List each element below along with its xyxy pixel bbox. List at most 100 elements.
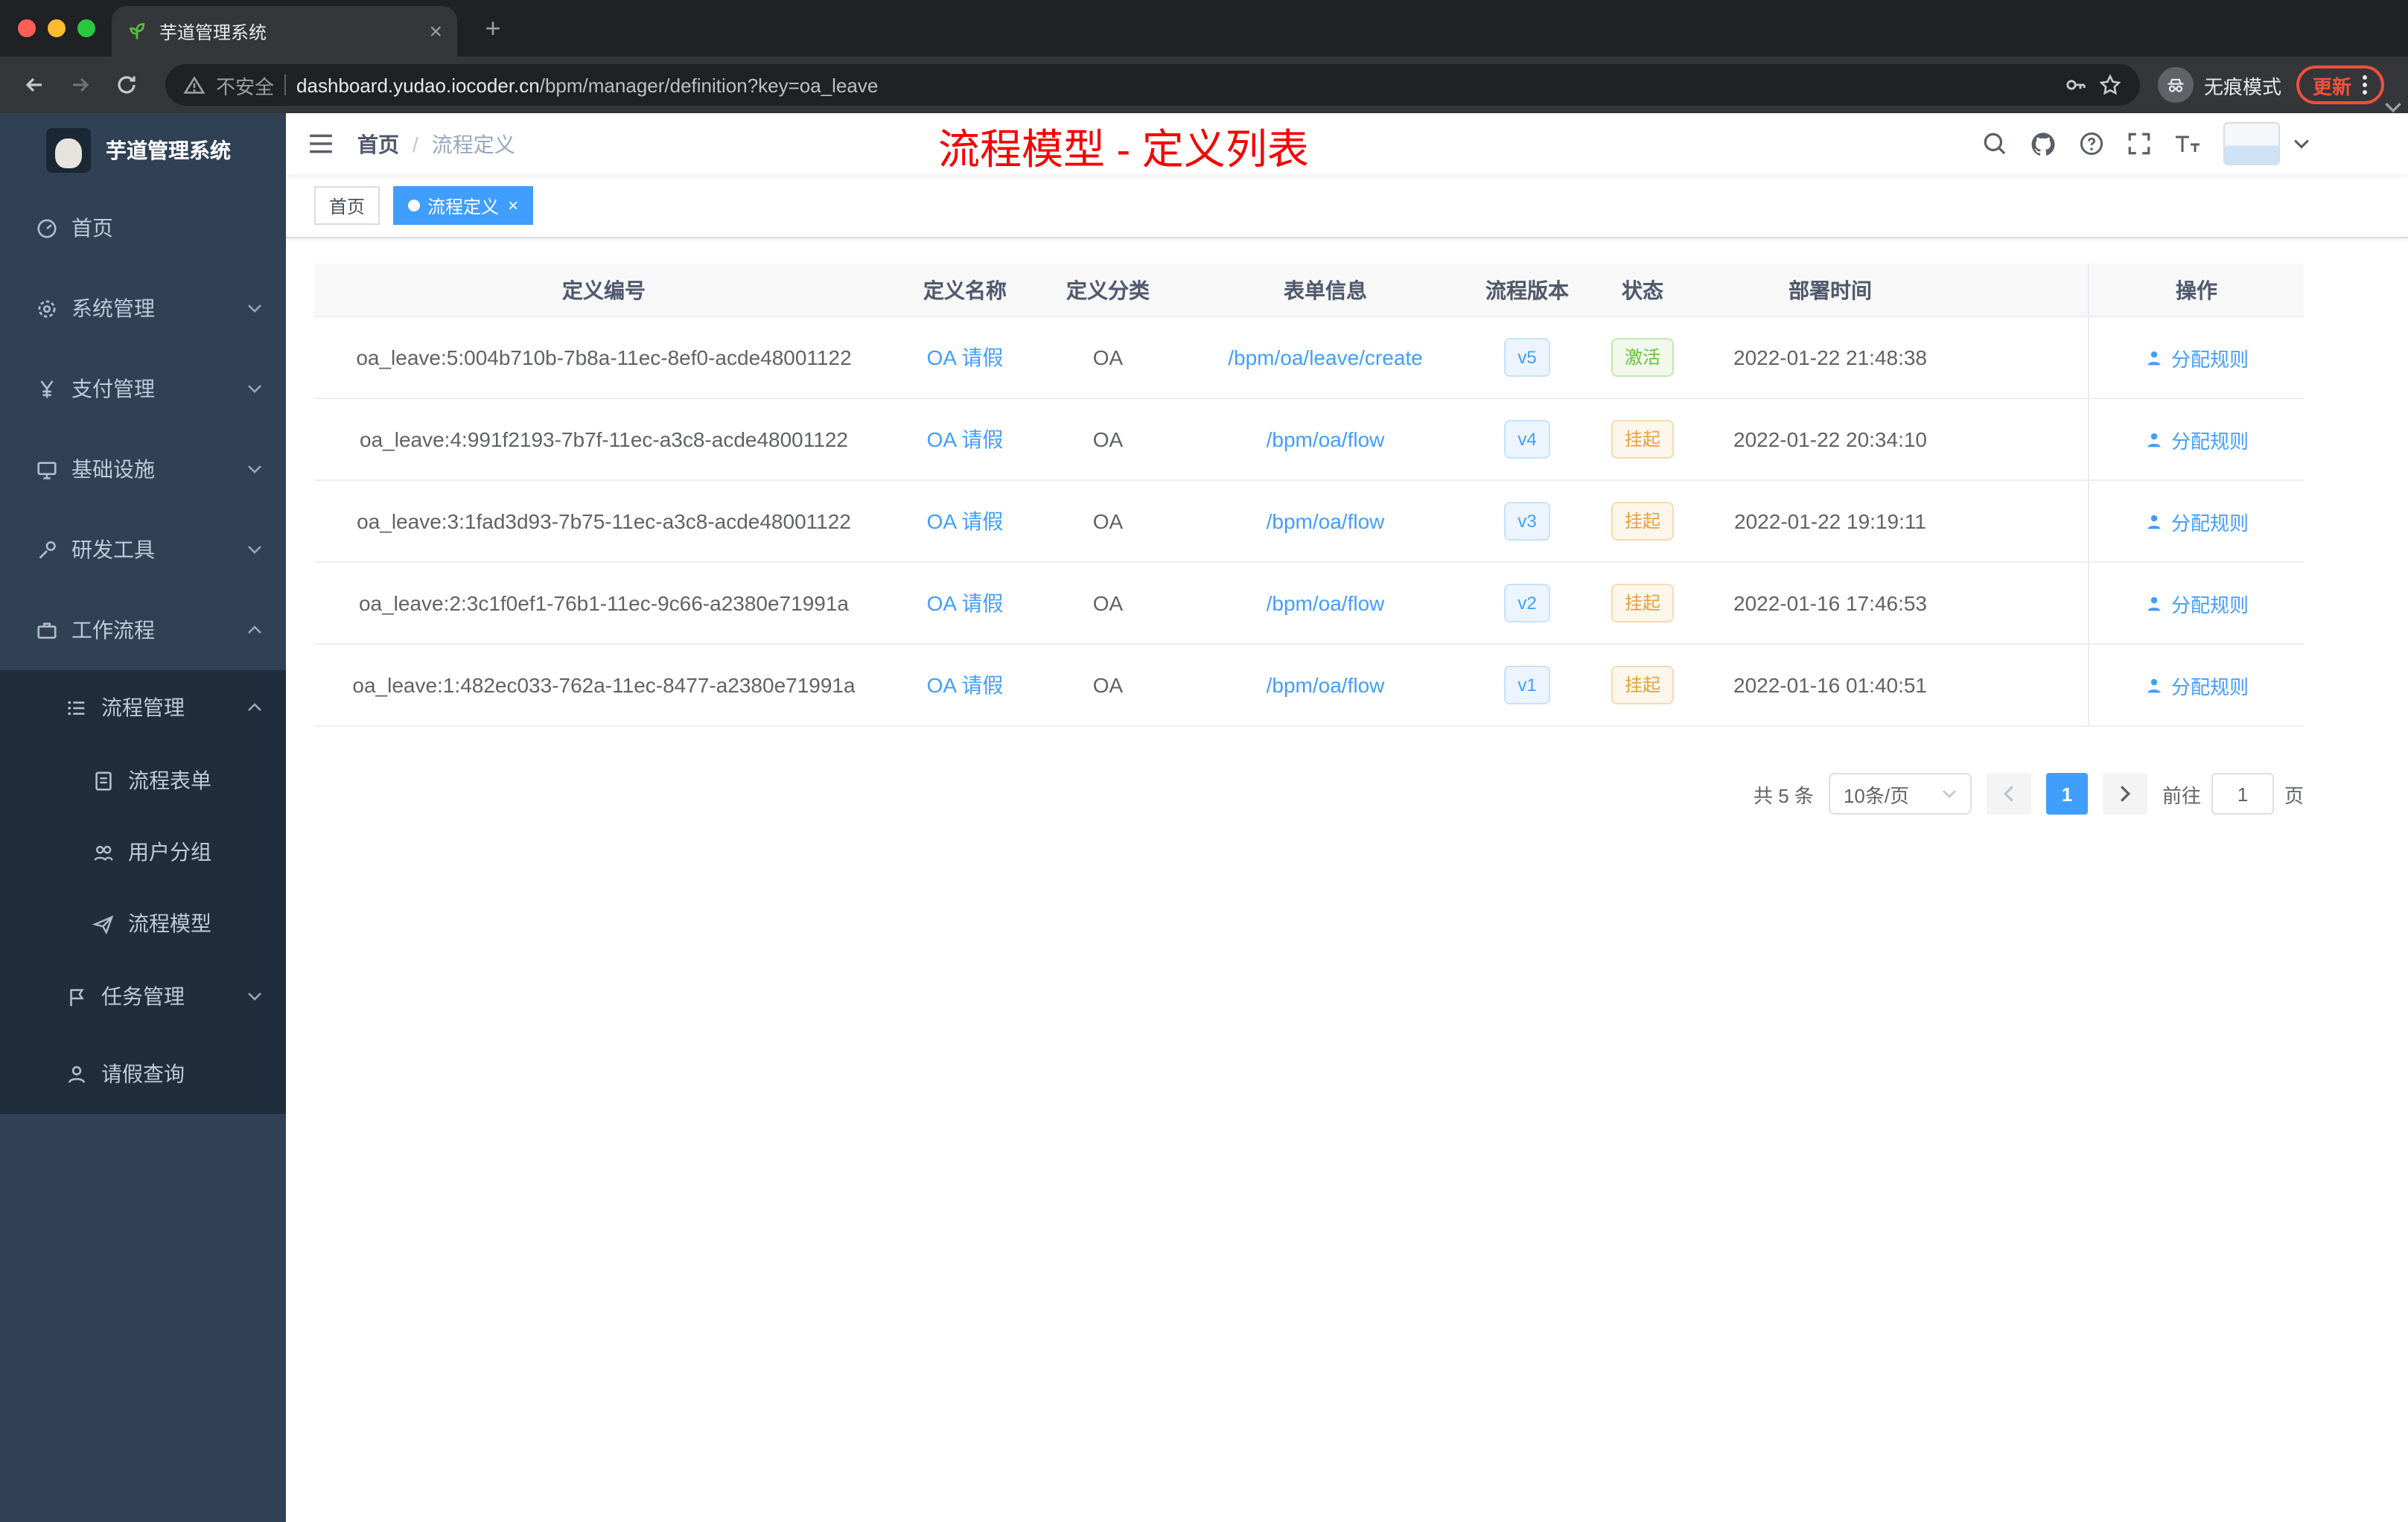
sidebar-item-system[interactable]: 系统管理: [0, 268, 286, 348]
back-button[interactable]: [15, 66, 54, 104]
breadcrumb-home[interactable]: 首页: [357, 129, 399, 159]
fullscreen-icon[interactable]: [2127, 131, 2152, 156]
tab-close-icon[interactable]: ×: [429, 20, 442, 42]
forward-button[interactable]: [61, 66, 100, 104]
breadcrumb: 首页 / 流程定义: [357, 129, 515, 159]
pagination-next-button[interactable]: [2102, 773, 2147, 815]
pagination-jumper: 前往 页: [2162, 773, 2304, 815]
browser-update-button[interactable]: 更新: [2296, 66, 2384, 104]
sidebar-item-user-group[interactable]: 用户分组: [0, 816, 286, 888]
tab-title: 芋道管理系统: [159, 22, 267, 42]
tab-favicon-leaf-icon: [130, 22, 145, 39]
pagination-page-1[interactable]: 1: [2045, 773, 2088, 815]
assign-rule-link[interactable]: 分配规则: [2144, 589, 2249, 617]
users-icon: [94, 844, 113, 860]
paper-plane-icon: [92, 914, 114, 934]
back-arrow-icon: [25, 77, 42, 92]
sidebar-collapse-button[interactable]: [308, 133, 334, 155]
chevron-left-icon: [2003, 786, 2013, 802]
logo-title: 芋道管理系统: [106, 138, 231, 162]
briefcase-icon: [37, 622, 57, 638]
sidebar-item-process-model[interactable]: 流程模型: [0, 888, 286, 959]
cell-definition-id: oa_leave:1:482ec033-762a-11ec-8477-a2380…: [352, 673, 856, 697]
list-icon: [68, 700, 85, 715]
sidebar-item-home[interactable]: 首页: [0, 188, 286, 268]
version-badge: v4: [1504, 420, 1550, 459]
sidebar-item-leave-query[interactable]: 请假查询: [0, 1034, 286, 1114]
sidebar: 芋道管理系统 首页 系统管理 支付管理 基础设施 研发工具 工作流程 流程管理 …: [0, 113, 286, 1522]
window-close-button[interactable]: [18, 19, 36, 37]
form-link[interactable]: /bpm/oa/flow: [1267, 591, 1385, 615]
table-row: oa_leave:3:1fad3d93-7b75-11ec-a3c8-acde4…: [314, 481, 2304, 563]
chevron-down-icon: [247, 304, 262, 313]
goto-label: 前往: [2162, 784, 2201, 806]
form-link[interactable]: /bpm/oa/flow: [1267, 509, 1385, 533]
cell-spacer: [1958, 399, 2088, 480]
user-avatar[interactable]: [2223, 122, 2280, 165]
github-icon[interactable]: [2030, 130, 2057, 157]
window-zoom-button[interactable]: [77, 19, 95, 37]
sidebar-item-process-management[interactable]: 流程管理: [0, 670, 286, 745]
tag-home[interactable]: 首页: [314, 186, 380, 225]
chevron-down-icon: [247, 545, 262, 554]
definition-name-link[interactable]: OA 请假: [927, 506, 1004, 536]
new-tab-button[interactable]: +: [477, 12, 509, 45]
sidebar-item-payment[interactable]: 支付管理: [0, 348, 286, 429]
column-header-name: 定义名称: [923, 278, 1007, 302]
assign-rule-link[interactable]: 分配规则: [2144, 507, 2249, 535]
sidebar-item-task-management[interactable]: 任务管理: [0, 959, 286, 1034]
avatar-caret-down-icon[interactable]: [2293, 138, 2310, 149]
definition-table: 定义编号 定义名称 定义分类 表单信息 流程版本 状态 部署时间 操作 oa_l…: [314, 264, 2304, 727]
form-link[interactable]: /bpm/oa/flow: [1267, 427, 1385, 451]
font-size-icon[interactable]: [2174, 132, 2201, 156]
definition-name-link[interactable]: OA 请假: [927, 588, 1004, 618]
tag-process-definition[interactable]: 流程定义 ×: [393, 186, 534, 225]
search-icon[interactable]: [1982, 131, 2007, 156]
sidebar-item-label: 流程管理: [101, 695, 185, 719]
bookmark-star-icon[interactable]: [2098, 73, 2122, 97]
chevron-up-icon: [247, 625, 262, 634]
help-icon[interactable]: [2079, 131, 2104, 156]
assign-rule-link[interactable]: 分配规则: [2144, 425, 2249, 453]
pagination-prev-button[interactable]: [1986, 773, 2031, 815]
cell-definition-id: oa_leave:3:1fad3d93-7b75-11ec-a3c8-acde4…: [357, 509, 851, 533]
browser-tab[interactable]: 芋道管理系统 ×: [112, 6, 457, 57]
cell-deploy-time: 2022-01-22 20:34:10: [1733, 427, 1927, 451]
yen-icon: [40, 379, 54, 398]
form-link[interactable]: /bpm/oa/leave/create: [1228, 346, 1423, 369]
chevron-down-icon: [247, 992, 262, 1001]
pagination-total: 共 5 条: [1754, 784, 1814, 806]
status-badge: 挂起: [1611, 502, 1674, 541]
tag-close-icon[interactable]: ×: [508, 197, 518, 214]
column-header-deploy-time: 部署时间: [1789, 278, 1872, 302]
security-label: 不安全: [216, 75, 275, 98]
tags-view-bar: 首页 流程定义 ×: [286, 174, 2408, 238]
goto-page-input[interactable]: [2211, 773, 2274, 815]
window-minimize-button[interactable]: [48, 19, 66, 37]
sidebar-item-infrastructure[interactable]: 基础设施: [0, 429, 286, 509]
sidebar-logo[interactable]: 芋道管理系统: [0, 113, 286, 188]
toolbar-overflow-chevron-icon[interactable]: [2384, 101, 2402, 113]
logo-avatar: [46, 128, 91, 173]
sidebar-item-label: 用户分组: [128, 840, 211, 864]
address-bar[interactable]: 不安全 dashboard.yudao.iocoder.cn/bpm/manag…: [165, 64, 2140, 106]
page-size-select[interactable]: 10条/页: [1828, 773, 1972, 815]
wrench-icon: [39, 540, 56, 558]
definition-name-link[interactable]: OA 请假: [927, 670, 1004, 700]
definition-name-link[interactable]: OA 请假: [927, 343, 1004, 372]
reload-button[interactable]: [107, 66, 146, 104]
assign-rule-link[interactable]: 分配规则: [2144, 671, 2249, 699]
sidebar-item-workflow[interactable]: 工作流程: [0, 590, 286, 670]
sidebar-item-devtools[interactable]: 研发工具: [0, 509, 286, 590]
sidebar-item-process-form[interactable]: 流程表单: [0, 745, 286, 816]
browser-menu-dots-icon[interactable]: [2362, 73, 2368, 97]
pagination: 共 5 条 10条/页 1 前往 1 页: [286, 773, 2304, 815]
assign-rule-link[interactable]: 分配规则: [2144, 343, 2249, 372]
form-link[interactable]: /bpm/oa/flow: [1267, 673, 1385, 697]
table-row: oa_leave:2:3c1f0ef1-76b1-11ec-9c66-a2380…: [314, 563, 2304, 645]
monitor-icon: [37, 461, 57, 479]
person-icon: [2147, 432, 2161, 447]
password-key-icon[interactable]: [2064, 73, 2088, 97]
definition-name-link[interactable]: OA 请假: [927, 424, 1004, 454]
chevron-up-icon: [247, 703, 262, 712]
